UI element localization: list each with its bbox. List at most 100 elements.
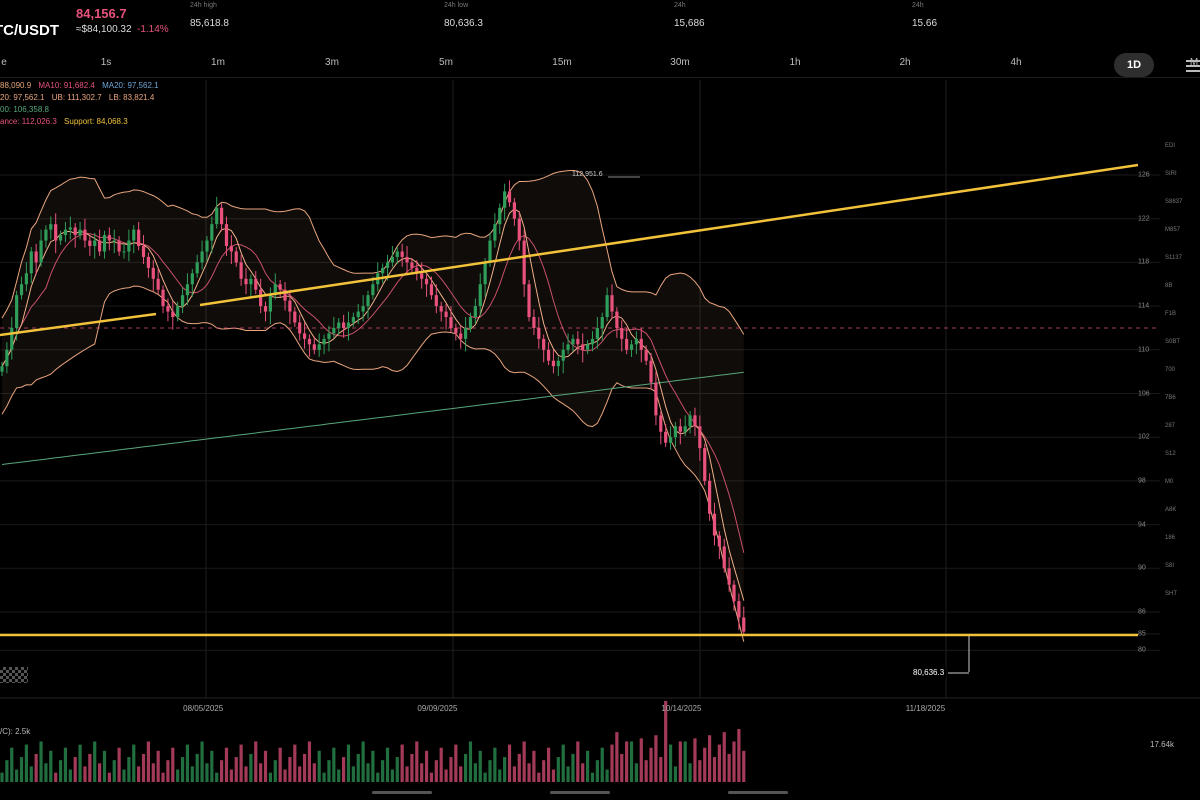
candle-body [337, 322, 341, 328]
volume-bar [78, 744, 82, 782]
candle-body [127, 240, 131, 252]
volume-bar [180, 757, 185, 782]
volume-bar [434, 760, 438, 782]
candle-body [605, 295, 609, 318]
volume-bar [542, 760, 546, 782]
menu-icon[interactable] [1186, 60, 1200, 72]
candle-body [307, 338, 312, 345]
candle-body [5, 349, 9, 367]
volume-bar [444, 769, 448, 782]
candle-body [239, 262, 243, 279]
candle-body [171, 311, 175, 318]
candle-body [703, 448, 707, 481]
scroll-handle-center[interactable] [550, 791, 610, 794]
candle-body [141, 246, 146, 257]
pattern-tool-icon[interactable] [0, 667, 28, 683]
volume-bar [517, 753, 521, 782]
scroll-handle-left[interactable] [372, 791, 432, 794]
volume-bar [205, 763, 209, 782]
volume-bar [171, 747, 175, 782]
volume-bar [488, 760, 492, 782]
volume-bar [400, 744, 404, 782]
candle-body [156, 278, 160, 290]
date-tick-label: 08/05/2025 [183, 704, 224, 713]
candle-body [468, 317, 473, 328]
candle-body [478, 284, 482, 307]
scroll-handle-right[interactable] [728, 791, 788, 794]
volume-bar [112, 760, 116, 782]
candle-body [58, 235, 63, 241]
candle-body [146, 256, 150, 268]
candle-body [542, 338, 546, 350]
candle-body [610, 295, 614, 312]
volume-bar [527, 763, 531, 782]
candle-body [259, 289, 263, 307]
candle-body [78, 229, 82, 236]
candle-body [634, 338, 638, 345]
volume-bar [107, 772, 111, 782]
price-tick-label: 94 [1138, 521, 1146, 529]
volume-bar [83, 766, 87, 782]
volume-bar [649, 747, 653, 782]
candle-body [98, 240, 102, 252]
volume-bar [54, 772, 58, 782]
candle-body [727, 568, 731, 585]
secondary-tick-label: 186 [1165, 535, 1176, 541]
candle-body [483, 262, 487, 285]
candle-body [420, 273, 424, 279]
secondary-tick-label: S1137 [1165, 255, 1182, 261]
candle-body [629, 344, 634, 350]
volume-bar [117, 747, 121, 782]
volume-bar [610, 744, 614, 782]
secondary-tick-label: S8I [1165, 563, 1175, 569]
candle-body [73, 227, 77, 236]
candle-body [88, 240, 92, 247]
volume-bar [195, 753, 199, 782]
volume-bar [141, 753, 146, 782]
volume-bar [571, 753, 575, 782]
candle-body [161, 289, 165, 307]
candle-body [263, 306, 268, 312]
candle-body [215, 207, 219, 225]
volume-bar [293, 744, 297, 782]
price-tick-label: 110 [1138, 346, 1150, 354]
volume-bar [561, 744, 565, 782]
volume-bar [507, 744, 512, 782]
volume-bar [371, 750, 375, 782]
price-tick-label: 126 [1138, 171, 1150, 179]
candle-body [356, 311, 360, 318]
volume-bar [551, 769, 556, 782]
candle-body [400, 251, 404, 257]
volume-bar [498, 769, 502, 782]
candle-body [464, 327, 468, 339]
ma200-line [1, 371, 744, 465]
candle-body [429, 284, 434, 296]
volume-bar [337, 769, 341, 782]
volume-bar [698, 760, 702, 782]
volume-bar [322, 772, 326, 782]
candle-body [93, 240, 97, 247]
candle-body [151, 267, 155, 279]
date-tick-label: 11/18/2025 [905, 704, 946, 713]
candle-body [561, 349, 565, 361]
volume-bar [439, 747, 443, 782]
volume-bar [24, 744, 28, 782]
volume-bar [244, 766, 248, 782]
candle-body [615, 311, 619, 328]
candle-body [68, 227, 72, 230]
price-tick-label: 114 [1138, 302, 1150, 310]
candle-body [366, 295, 370, 307]
candle-body [742, 617, 746, 632]
price-chart[interactable] [0, 0, 1200, 800]
volume-bar [15, 769, 19, 782]
candle-body [15, 295, 19, 328]
candle-body [29, 251, 33, 274]
candle-body [639, 338, 643, 350]
secondary-tick-label: SHT [1165, 591, 1177, 597]
volume-bar [263, 750, 268, 782]
price-tick-label: 80 [1138, 646, 1146, 654]
candle-body [434, 295, 438, 307]
volume-bar [332, 747, 336, 782]
volume-bar [317, 750, 321, 782]
volume-bar [449, 757, 453, 782]
